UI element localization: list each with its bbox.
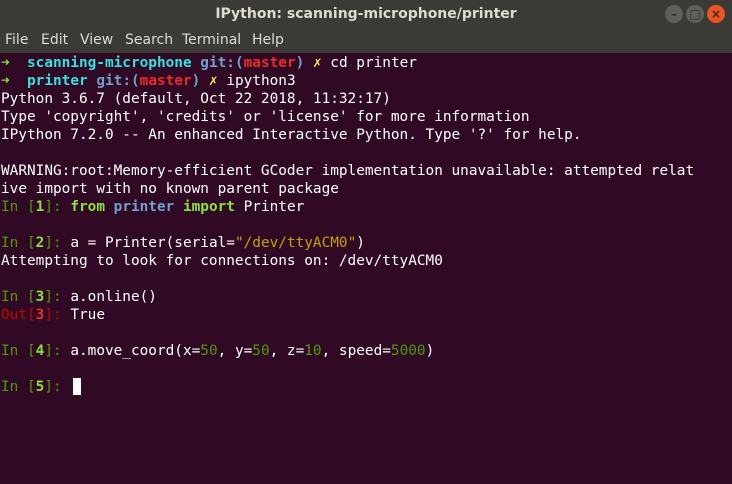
menu-bar: File Edit View Search Terminal Help xyxy=(0,28,732,53)
number-literal: 10 xyxy=(304,343,322,359)
maximize-button[interactable]: □ xyxy=(686,5,704,23)
output-value: True xyxy=(70,307,105,323)
number-literal: 50 xyxy=(252,343,270,359)
in-prompt: In [ xyxy=(1,235,36,251)
menu-help[interactable]: Help xyxy=(252,28,284,53)
shell-line: ➜ scanning-microphone git:(master) ✗ cd … xyxy=(1,54,417,72)
number-literal: 5000 xyxy=(390,343,426,359)
banner-line: Type 'copyright', 'credits' or 'license'… xyxy=(1,109,530,125)
out-prompt: Out[ xyxy=(1,307,36,323)
prompt-arrow-icon: ➜ xyxy=(1,55,10,71)
shell-directory: scanning-microphone xyxy=(27,55,192,71)
prompt-arrow-icon: ➜ xyxy=(1,73,10,89)
text-cursor[interactable] xyxy=(73,378,81,395)
module-name: printer xyxy=(113,199,175,215)
in-prompt: In [ xyxy=(1,379,36,395)
in-prompt: In [ xyxy=(1,199,36,215)
in-prompt-close: ]: xyxy=(44,343,71,359)
close-button[interactable]: × xyxy=(707,5,725,23)
git-branch: master xyxy=(139,73,192,89)
terminal-output[interactable]: ➜ scanning-microphone git:(master) ✗ cd … xyxy=(0,53,732,484)
shell-line: ➜ printer git:(master) ✗ ipython3 xyxy=(1,72,296,90)
in-prompt-close: ]: xyxy=(44,289,71,305)
menu-edit[interactable]: Edit xyxy=(41,28,68,53)
string-literal: "/dev/ttyACM0" xyxy=(234,235,357,251)
in-prompt: In [ xyxy=(1,289,36,305)
menu-search[interactable]: Search xyxy=(125,28,173,53)
shell-command: cd printer xyxy=(330,55,417,71)
in-prompt-close: ]: xyxy=(44,235,71,251)
input-cell: In [5]: xyxy=(1,378,70,396)
import-name: Printer xyxy=(243,199,305,215)
git-label-close: ) xyxy=(191,73,201,89)
number-literal: 50 xyxy=(200,343,218,359)
shell-directory: printer xyxy=(27,73,88,89)
output-cell: Out[3]: True xyxy=(1,306,105,324)
git-branch: master xyxy=(243,55,296,71)
out-prompt-close: ]: xyxy=(44,307,71,323)
keyword-from: from xyxy=(70,199,105,215)
code-text: a = Printer(serial= xyxy=(70,235,235,251)
code-text: a.move_coord(x= xyxy=(70,343,201,359)
title-bar[interactable]: IPython: scanning-microphone/printer – □… xyxy=(0,0,732,28)
banner-line: IPython 7.2.0 -- An enhanced Interactive… xyxy=(1,127,582,143)
menu-terminal[interactable]: Terminal xyxy=(182,28,241,53)
input-cell: In [1]: from printer import Printer xyxy=(1,198,304,216)
code-text: a.online() xyxy=(70,289,157,305)
menu-file[interactable]: File xyxy=(5,28,28,53)
git-label: git:( xyxy=(200,55,244,71)
in-prompt-close: ]: xyxy=(44,379,71,395)
banner-line: Python 3.6.7 (default, Oct 22 2018, 11:3… xyxy=(1,91,391,107)
git-label-close: ) xyxy=(295,55,305,71)
input-cell: In [2]: a = Printer(serial="/dev/ttyACM0… xyxy=(1,234,365,252)
code-text: ) xyxy=(356,235,365,251)
menu-view[interactable]: View xyxy=(80,28,113,53)
git-dirty-icon: ✗ xyxy=(208,73,218,89)
code-text: , speed= xyxy=(321,343,391,359)
git-label: git:( xyxy=(96,73,140,89)
output-line: Attempting to look for connections on: /… xyxy=(1,253,443,269)
in-prompt: In [ xyxy=(1,343,36,359)
warning-line: WARNING:root:Memory-efficient GCoder imp… xyxy=(1,163,695,179)
code-text: , y= xyxy=(217,343,253,359)
input-cell: In [4]: a.move_coord(x=50, y=50, z=10, s… xyxy=(1,342,434,360)
terminal-window: IPython: scanning-microphone/printer – □… xyxy=(0,0,732,484)
code-text: , z= xyxy=(269,343,305,359)
input-cell: In [3]: a.online() xyxy=(1,288,157,306)
keyword-import: import xyxy=(182,199,235,215)
warning-line: ive import with no known parent package xyxy=(1,181,339,197)
minimize-button[interactable]: – xyxy=(665,5,683,23)
in-prompt-close: ]: xyxy=(44,199,71,215)
code-text: ) xyxy=(425,343,435,359)
git-dirty-icon: ✗ xyxy=(312,55,322,71)
window-title: IPython: scanning-microphone/printer xyxy=(215,6,517,22)
shell-command: ipython3 xyxy=(226,73,296,89)
